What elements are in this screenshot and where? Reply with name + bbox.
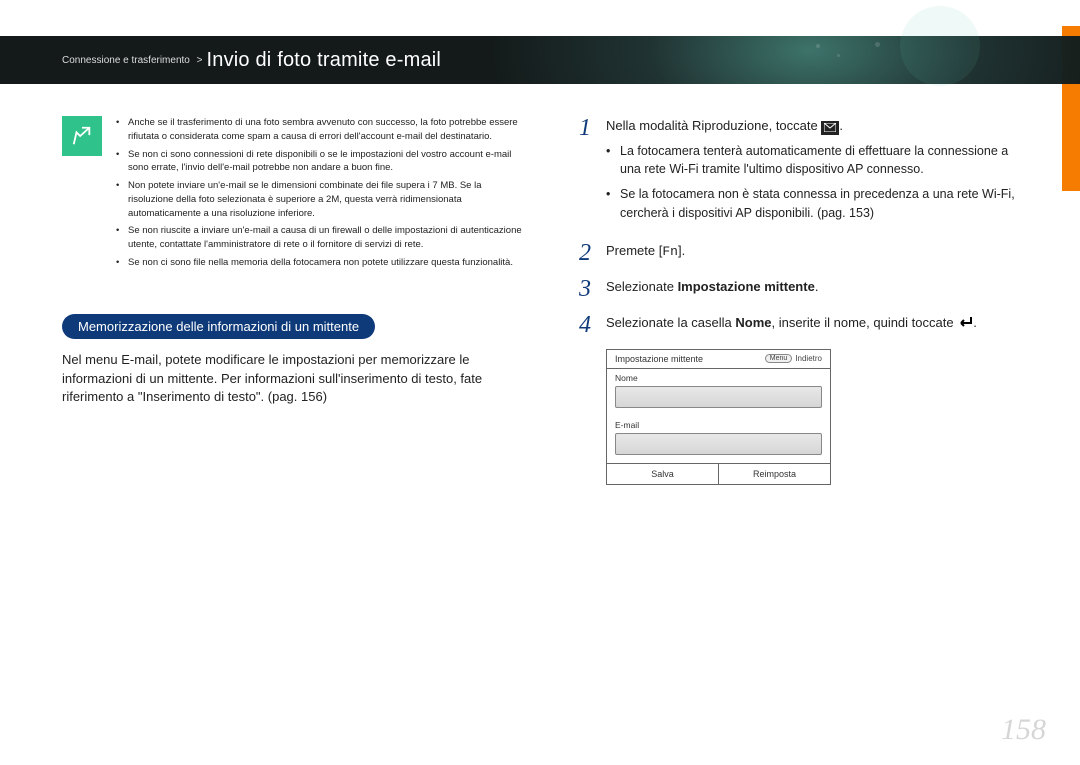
step-bold: Impostazione mittente (678, 279, 815, 294)
step-text-pre: Selezionate la casella (606, 315, 735, 330)
note-item: Se non ci sono file nella memoria della … (116, 256, 528, 270)
step-text-post: . (839, 118, 843, 133)
step-1: 1 Nella modalità Riproduzione, toccate .… (576, 116, 1032, 229)
left-column: Anche se il trasferimento di una foto se… (62, 116, 540, 725)
breadcrumb-section: Connessione e trasferimento (62, 55, 190, 66)
step-text-pre: Selezionate (606, 279, 678, 294)
enter-icon (957, 315, 973, 335)
decorative-dot (837, 54, 840, 57)
page-title: Invio di foto tramite e-mail (206, 49, 441, 72)
step-text-post: . (973, 315, 977, 330)
page-number: 158 (1001, 713, 1046, 747)
step-text-pre: Premete [ (606, 243, 662, 258)
step-number: 4 (576, 313, 594, 337)
breadcrumb: Connessione e trasferimento > (62, 55, 206, 66)
step-body: Premete [Fn]. (606, 241, 1032, 265)
step-sub-item: La fotocamera tenterà automaticamente di… (606, 142, 1032, 180)
panel-title: Impostazione mittente (615, 354, 703, 364)
email-icon (821, 121, 839, 135)
note-item: Non potete inviare un'e-mail se le dimen… (116, 179, 528, 220)
breadcrumb-sep: > (197, 55, 203, 66)
step-3: 3 Selezionate Impostazione mittente. (576, 277, 1032, 301)
panel-back[interactable]: Menu Indietro (765, 354, 822, 363)
back-label: Indietro (795, 354, 822, 363)
name-field[interactable] (615, 386, 822, 408)
email-field[interactable] (615, 433, 822, 455)
note-item: Se non ci sono connessioni di rete dispo… (116, 148, 528, 176)
step-body: Nella modalità Riproduzione, toccate . L… (606, 116, 1032, 229)
note-list: Anche se il trasferimento di una foto se… (116, 116, 528, 274)
step-bold: Nome (735, 315, 771, 330)
decorative-dot (875, 42, 880, 47)
step-4: 4 Selezionate la casella Nome, inserite … (576, 313, 1032, 337)
page-header: Connessione e trasferimento > Invio di f… (0, 36, 1080, 84)
menu-badge: Menu (765, 354, 793, 363)
note-icon (62, 116, 102, 156)
step-sub-list: La fotocamera tenterà automaticamente di… (606, 142, 1032, 223)
note-item: Se non riuscite a inviare un'e-mail a ca… (116, 224, 528, 252)
panel-buttons: Salva Reimposta (607, 463, 830, 484)
save-button[interactable]: Salva (607, 464, 718, 484)
content-area: Anche se il trasferimento di una foto se… (62, 116, 1032, 725)
reset-button[interactable]: Reimposta (718, 464, 830, 484)
name-label: Nome (615, 373, 822, 383)
decorative-circle (900, 6, 980, 86)
email-label: E-mail (615, 420, 822, 430)
step-text-mid: , inserite il nome, quindi toccate (771, 315, 957, 330)
panel-header: Impostazione mittente Menu Indietro (607, 350, 830, 368)
right-column: 1 Nella modalità Riproduzione, toccate .… (576, 116, 1032, 725)
step-number: 3 (576, 277, 594, 301)
step-text-post: ]. (678, 243, 685, 258)
decorative-dot (816, 44, 820, 48)
step-sub-item: Se la fotocamera non è stata connessa in… (606, 185, 1032, 223)
note-box: Anche se il trasferimento di una foto se… (62, 116, 540, 274)
section-subheading: Memorizzazione delle informazioni di un … (62, 314, 375, 339)
step-2: 2 Premete [Fn]. (576, 241, 1032, 265)
section-paragraph: Nel menu E-mail, potete modificare le im… (62, 351, 540, 408)
note-item: Anche se il trasferimento di una foto se… (116, 116, 528, 144)
step-body: Selezionate la casella Nome, inserite il… (606, 313, 1032, 337)
step-number: 2 (576, 241, 594, 265)
step-body: Selezionate Impostazione mittente. (606, 277, 1032, 301)
step-text-post: . (815, 279, 819, 294)
step-text-pre: Nella modalità Riproduzione, toccate (606, 118, 821, 133)
panel-email-section: E-mail (607, 416, 830, 463)
camera-settings-panel: Impostazione mittente Menu Indietro Nome… (606, 349, 831, 485)
panel-name-section: Nome (607, 369, 830, 416)
fn-key-label: Fn (662, 244, 678, 259)
step-number: 1 (576, 116, 594, 229)
